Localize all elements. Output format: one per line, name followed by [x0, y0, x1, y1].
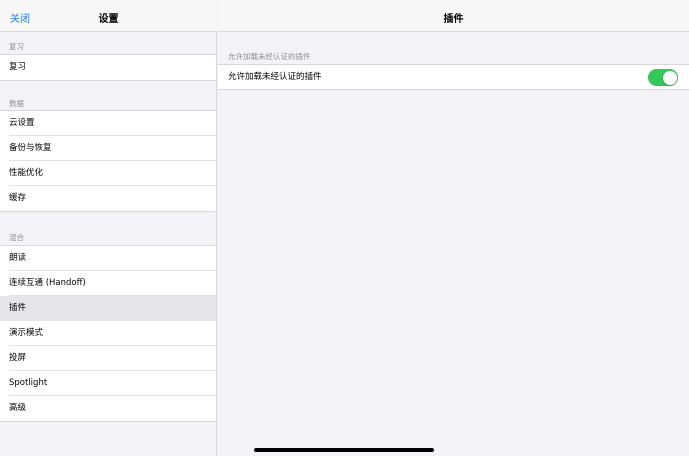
unverified-plugins-toggle[interactable]	[648, 69, 678, 86]
group-review: 复习	[0, 54, 216, 81]
plugins-panel: 插件 允许加载未经认证的插件 允许加载未经认证的插件	[218, 0, 689, 456]
section-title-plugins: 允许加载未经认证的插件	[228, 52, 311, 61]
sidebar-item-handoff[interactable]: 连续互通 (Handoff)	[0, 271, 216, 296]
sidebar-item-review[interactable]: 复习	[0, 55, 216, 80]
sidebar-title: 设置	[98, 14, 119, 25]
section-title-review: 复习	[9, 42, 24, 51]
settings-sidebar: 关闭 设置 复习 复习 数据 云设置 备份与恢复 性能优化 缓存 混合 朗读 连…	[0, 0, 217, 456]
toggle-knob	[662, 70, 677, 85]
sidebar-item-advanced[interactable]: 高级	[0, 396, 216, 421]
group-data: 云设置 备份与恢复 性能优化 缓存	[0, 110, 216, 212]
section-title-data: 数据	[9, 99, 24, 108]
sidebar-item-performance[interactable]: 性能优化	[0, 161, 216, 186]
sidebar-item-plugins[interactable]: 插件	[0, 296, 216, 321]
section-title-mixed: 混合	[9, 233, 24, 242]
home-indicator	[254, 448, 434, 452]
sidebar-item-presentation-mode[interactable]: 演示模式	[0, 321, 216, 346]
unverified-plugins-label: 允许加载未经认证的插件	[228, 72, 322, 82]
group-mixed: 朗读 连续互通 (Handoff) 插件 演示模式 投屏 Spotlight 高…	[0, 245, 216, 422]
sidebar-item-cache[interactable]: 缓存	[0, 186, 216, 211]
page-title: 插件	[443, 14, 464, 25]
sidebar-header: 关闭 设置	[0, 0, 217, 32]
main-header: 插件	[218, 0, 689, 32]
sidebar-item-cloud-settings[interactable]: 云设置	[0, 111, 216, 136]
sidebar-item-backup-restore[interactable]: 备份与恢复	[0, 136, 216, 161]
unverified-plugins-row: 允许加载未经认证的插件	[218, 64, 689, 90]
sidebar-item-screen-cast[interactable]: 投屏	[0, 346, 216, 371]
sidebar-item-spotlight[interactable]: Spotlight	[0, 371, 216, 396]
sidebar-item-read-aloud[interactable]: 朗读	[0, 246, 216, 271]
